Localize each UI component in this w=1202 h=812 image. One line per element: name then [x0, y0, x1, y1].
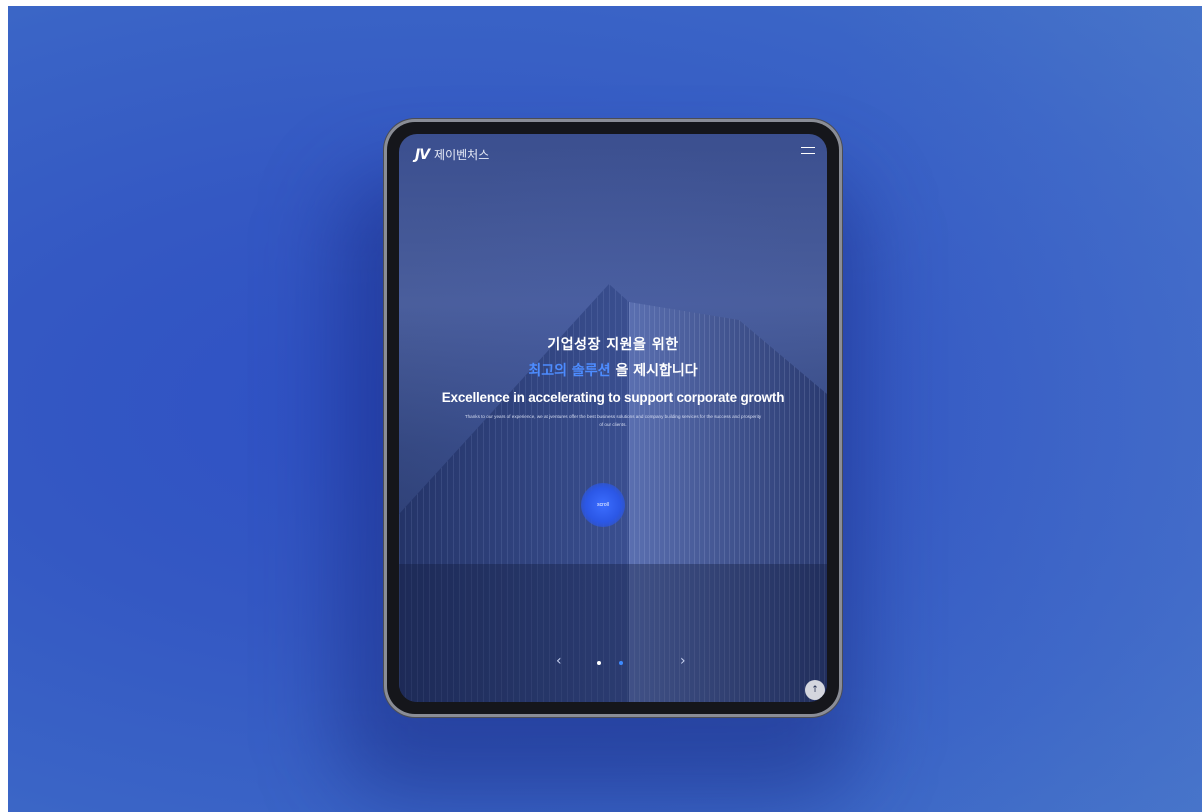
hero-accent-text: 최고의 솔루션 — [528, 363, 611, 379]
hero-subheadline: 최고의 솔루션 을 제시합니다 — [399, 360, 827, 380]
scroll-label: scroll — [597, 502, 609, 508]
scroll-button[interactable]: scroll — [581, 483, 625, 527]
hero-headline: 기업성장 지원을 위한 — [547, 337, 679, 353]
logo-text: 제이벤처스 — [434, 148, 490, 162]
menu-line — [801, 147, 815, 148]
hero-description: Thanks to our years of experience, we at… — [464, 414, 762, 427]
back-to-top-button[interactable]: ↑ — [805, 680, 825, 700]
tablet-device: JV 제이벤처스 기업성장 지원을 위한 최고의 솔루션 을 제시합니다 Exc… — [387, 122, 839, 714]
slider-dot[interactable] — [597, 661, 601, 665]
site-logo[interactable]: JV 제이벤처스 — [415, 146, 489, 163]
logo-mark: JV — [415, 146, 430, 163]
chevron-left-icon[interactable]: ‹ — [556, 653, 562, 669]
menu-line — [801, 153, 815, 154]
hero-english-title: Excellence in accelerating to support co… — [441, 390, 785, 405]
hamburger-icon[interactable] — [801, 147, 815, 161]
hero-headline-rest: 을 제시합니다 — [615, 363, 698, 379]
slider-dot-active[interactable] — [619, 661, 623, 665]
site-header: JV 제이벤처스 — [399, 134, 827, 174]
background-scene: JV 제이벤처스 기업성장 지원을 위한 최고의 솔루션 을 제시합니다 Exc… — [8, 6, 1202, 812]
arrow-up-icon: ↑ — [811, 685, 819, 695]
hero-section: 기업성장 지원을 위한 최고의 솔루션 을 제시합니다 Excellence i… — [399, 334, 827, 429]
chevron-right-icon[interactable]: › — [680, 653, 686, 669]
tablet-screen: JV 제이벤처스 기업성장 지원을 위한 최고의 솔루션 을 제시합니다 Exc… — [399, 134, 827, 702]
slider-pagination — [597, 661, 623, 665]
